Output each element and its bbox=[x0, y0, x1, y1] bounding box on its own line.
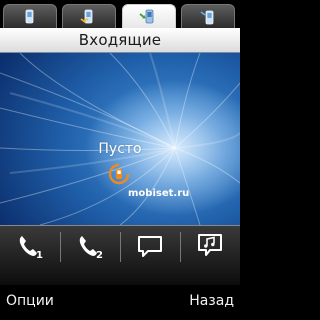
back-softkey[interactable]: Назад bbox=[189, 293, 234, 309]
wallpaper-rays bbox=[0, 53, 240, 225]
phone-incoming-icon bbox=[25, 9, 34, 23]
tab-received-calls[interactable] bbox=[122, 4, 176, 28]
call-list-area: Пусто mobiset.ru bbox=[0, 53, 240, 225]
options-softkey[interactable]: Опции bbox=[6, 293, 54, 309]
phone-screen: Входящие Пусто mobiset.ru 1 2 Опции Наза… bbox=[0, 0, 240, 320]
tab-missed-calls[interactable] bbox=[62, 4, 116, 28]
phone-missed-icon bbox=[80, 9, 93, 24]
header-bar: Входящие bbox=[0, 28, 240, 53]
sim1-digit: 1 bbox=[36, 250, 43, 261]
call-sim1-button[interactable]: 1 bbox=[0, 226, 60, 266]
phone-received-icon bbox=[139, 9, 154, 23]
action-bar: 1 2 bbox=[0, 225, 240, 285]
empty-list-label: Пусто bbox=[98, 141, 142, 157]
music-button[interactable] bbox=[180, 226, 240, 266]
call-sim2-button[interactable]: 2 bbox=[60, 226, 120, 266]
music-note-icon bbox=[198, 234, 222, 256]
call-log-tabs bbox=[0, 0, 240, 28]
tab-dialed-calls[interactable] bbox=[181, 4, 235, 28]
phone-outgoing-icon bbox=[200, 10, 214, 24]
send-message-button[interactable] bbox=[120, 226, 180, 266]
tab-all-calls[interactable] bbox=[3, 4, 57, 28]
softkey-bar: Опции Назад bbox=[0, 285, 240, 320]
watermark-logo bbox=[108, 163, 130, 185]
watermark-text: mobiset.ru bbox=[128, 188, 190, 199]
call-sim1-icon: 1 bbox=[19, 236, 43, 261]
sim2-digit: 2 bbox=[96, 250, 103, 261]
call-sim2-icon: 2 bbox=[79, 236, 103, 261]
page-title: Входящие bbox=[78, 31, 162, 49]
message-icon bbox=[138, 236, 162, 257]
